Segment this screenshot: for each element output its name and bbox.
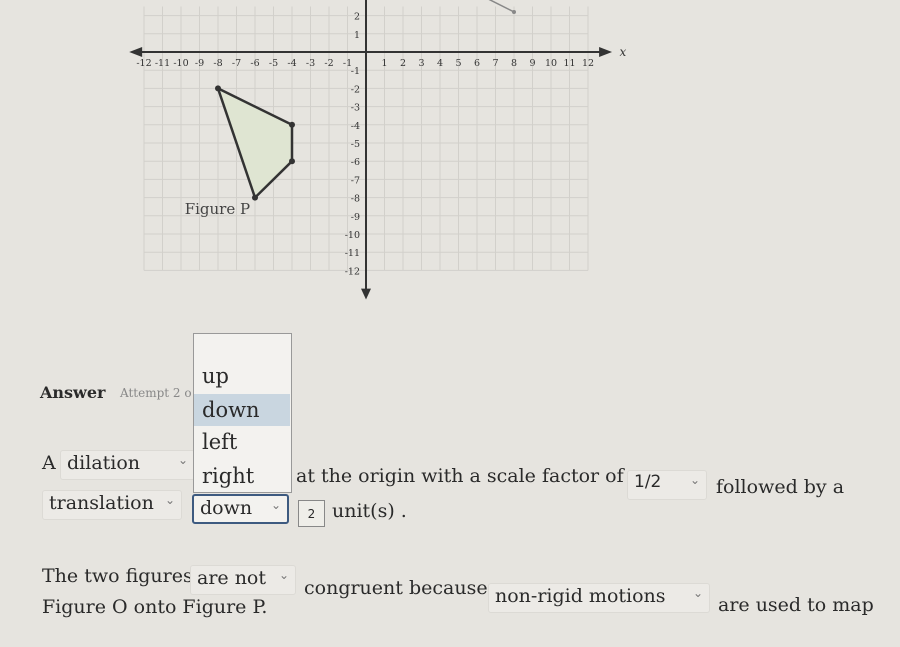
chevron-down-icon: ⌄ (270, 498, 281, 512)
option-left[interactable]: left (194, 426, 290, 458)
x-tick-label: 3 (418, 58, 424, 69)
option-up[interactable]: up (194, 360, 290, 392)
x-tick-label: -10 (173, 58, 188, 69)
congruence-value: are not (197, 567, 267, 589)
x-tick-label: -3 (306, 58, 315, 69)
y-tick-label: -7 (351, 175, 360, 186)
sentence2-text: unit(s) . (332, 500, 407, 522)
y-tick-label: -1 (351, 66, 360, 77)
figure-p-vertex (252, 194, 258, 201)
x-axis-arrow-right (599, 47, 613, 57)
sentence3-text2: congruent because (304, 577, 488, 599)
y-tick-label: -6 (351, 157, 360, 168)
figure-p-vertex (289, 158, 295, 165)
sentence1-text2: followed by a (716, 476, 845, 498)
sentence3-text4: Figure O onto Figure P. (42, 596, 268, 618)
transform1-select[interactable]: dilation ⌄ (60, 450, 195, 480)
y-tick-label: -11 (345, 248, 360, 259)
y-tick-label: -2 (351, 84, 360, 95)
attempt-label: Attempt 2 o (120, 386, 192, 400)
x-tick-label: 5 (455, 58, 461, 69)
y-tick-label: -10 (345, 230, 360, 241)
sentence1-prefix: A (42, 452, 56, 474)
figure-p-vertex (215, 85, 221, 92)
x-tick-label: -12 (136, 58, 151, 69)
x-tick-label: -5 (269, 58, 278, 69)
option-right[interactable]: right (194, 460, 290, 492)
x-tick-label: -9 (195, 58, 204, 69)
y-tick-label: -5 (351, 139, 360, 150)
x-tick-label: 1 (381, 58, 387, 69)
transform1-value: dilation (67, 452, 141, 474)
answer-label: Answer (40, 383, 106, 402)
congruence-select[interactable]: are not ⌄ (190, 565, 296, 595)
x-tick-label: -7 (232, 58, 241, 69)
x-tick-label: 2 (400, 58, 406, 69)
y-tick-label: -9 (351, 212, 360, 223)
y-axis-arrow-down (361, 288, 371, 300)
x-tick-label: 9 (529, 58, 535, 69)
figure-p-label: Figure P (185, 200, 250, 218)
direction-select[interactable]: down ⌄ (192, 494, 289, 524)
reason-value: non-rigid motions (495, 585, 666, 607)
chevron-down-icon: ⌄ (177, 453, 188, 467)
x-tick-label: -6 (250, 58, 259, 69)
units-input[interactable]: 2 (298, 500, 325, 527)
direction-value: down (200, 497, 253, 519)
y-tick-label: 2 (354, 12, 360, 23)
x-tick-label: 12 (582, 58, 594, 69)
direction-dropdown-list: up down left right (193, 333, 292, 493)
x-tick-label: 11 (563, 58, 575, 69)
sentence3-text1: The two figures (42, 565, 193, 587)
transform2-select[interactable]: translation ⌄ (42, 490, 182, 520)
y-tick-label: 1 (354, 30, 360, 41)
figure-p-vertex (289, 121, 295, 128)
chevron-down-icon: ⌄ (689, 473, 700, 487)
chevron-down-icon: ⌄ (692, 586, 703, 600)
y-tick-label: -8 (351, 194, 360, 205)
x-tick-label: 7 (492, 58, 498, 69)
figure-o-vertex (512, 9, 516, 14)
x-tick-label: -2 (324, 58, 333, 69)
transform2-value: translation (49, 492, 154, 514)
x-tick-label: 10 (545, 58, 557, 69)
scale-value: 1/2 (634, 472, 662, 492)
y-tick-label: -4 (351, 121, 360, 132)
option-down[interactable]: down (194, 394, 290, 426)
x-tick-label: -8 (213, 58, 222, 69)
y-tick-label: -12 (345, 266, 360, 277)
y-tick-label: -3 (351, 103, 360, 114)
chevron-down-icon: ⌄ (278, 568, 289, 582)
x-axis-label: x (619, 45, 626, 59)
x-tick-label: 4 (437, 58, 443, 69)
chevron-down-icon: ⌄ (164, 493, 175, 507)
x-tick-label: 8 (511, 58, 517, 69)
x-tick-label: -4 (287, 58, 296, 69)
figure-o-edge (488, 0, 515, 13)
x-tick-label: 6 (474, 58, 480, 69)
x-axis-arrow-left (129, 47, 143, 57)
x-tick-label: -11 (155, 58, 170, 69)
sentence3-text3: are used to map (718, 594, 874, 616)
coordinate-plane: x-12 -11 -10 -9 -8 -7 -6 -5 -4 -3 -2 -1 1 2 3 4 5 6 7 8 9 10 1… (129, 0, 626, 300)
reason-select[interactable]: non-rigid motions ⌄ (488, 583, 710, 613)
scale-select[interactable]: 1/2 ⌄ (627, 470, 707, 500)
sentence1-text1: at the origin with a scale factor of (296, 465, 624, 487)
